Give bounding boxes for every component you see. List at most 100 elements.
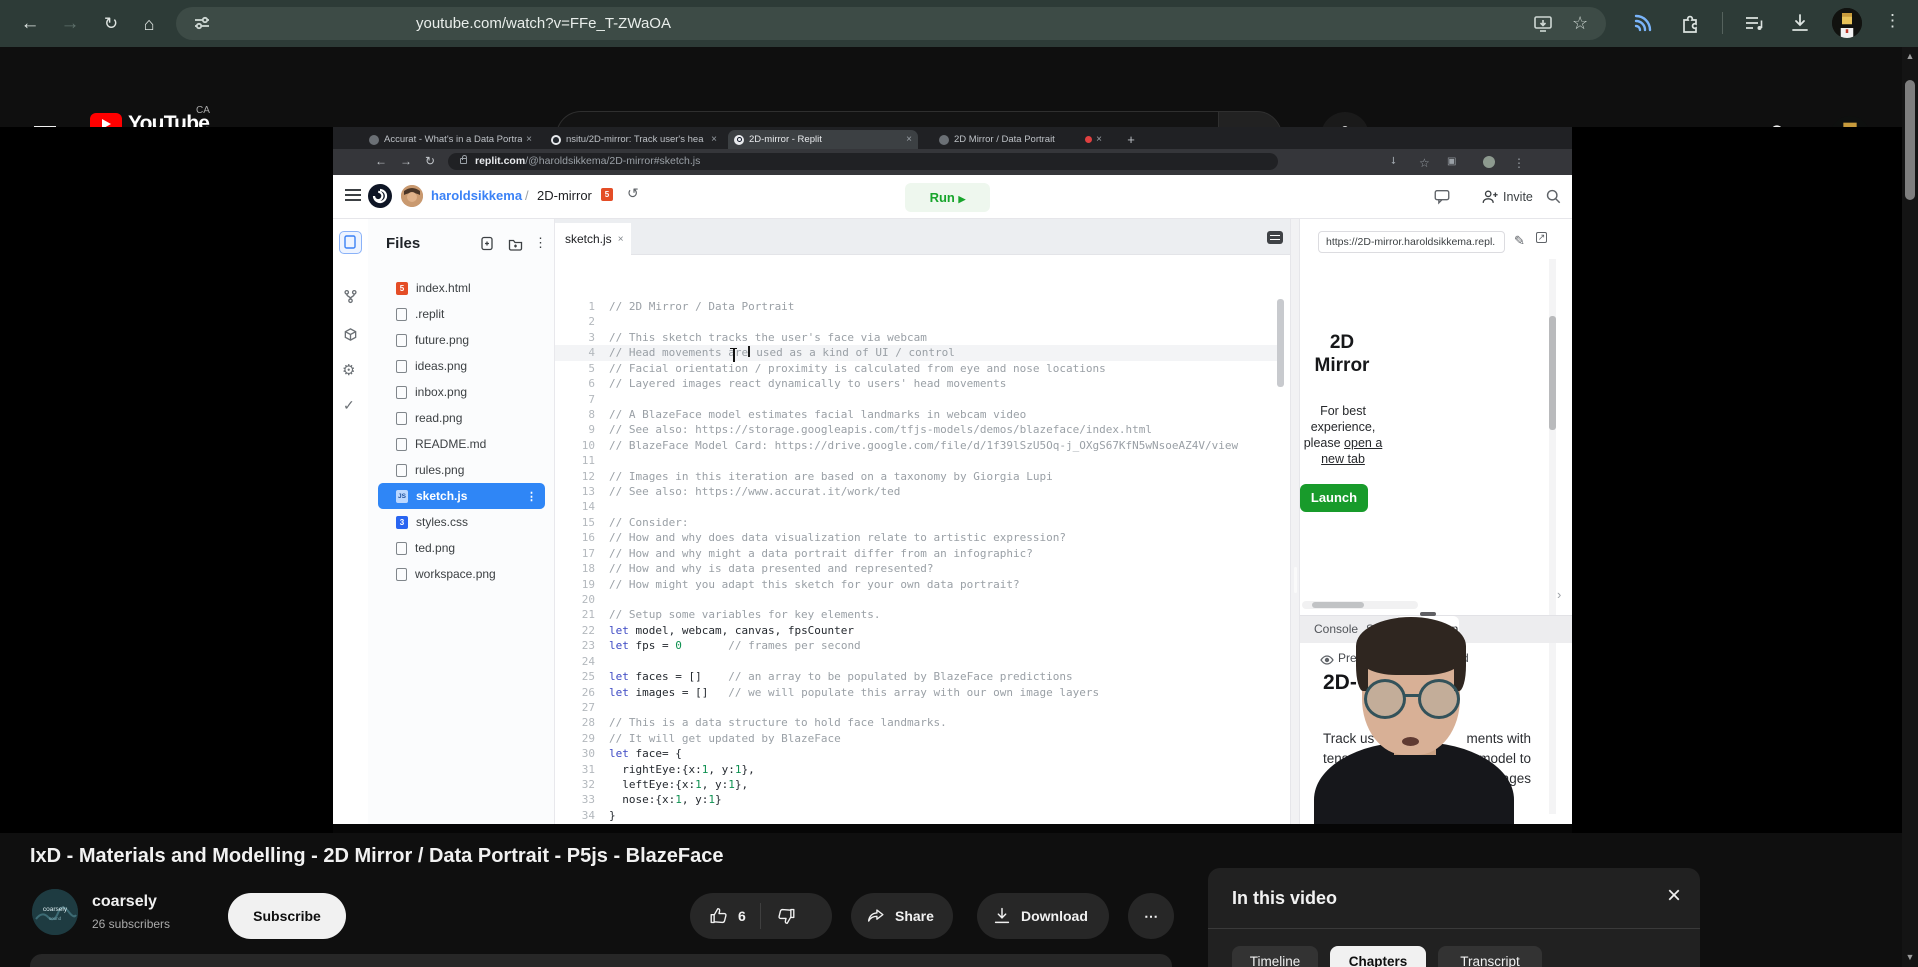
code-line-14[interactable]: 14 — [555, 499, 1283, 514]
browser-menu-kebab[interactable]: ⋮ — [1884, 11, 1901, 31]
code-line-19[interactable]: 19// How might you adapt this sketch for… — [555, 577, 1283, 592]
replit-search-icon[interactable] — [1545, 188, 1562, 205]
reading-mode-icon[interactable] — [1630, 11, 1654, 35]
code-line-21[interactable]: 21// Setup some variables for key elemen… — [555, 607, 1283, 622]
forward-button[interactable]: → — [54, 8, 86, 40]
like-count[interactable]: 6 — [738, 908, 746, 924]
code-line-29[interactable]: 29// It will get updated by BlazeFace — [555, 731, 1283, 746]
file-menu-kebab[interactable]: ⋮ — [526, 490, 537, 503]
extensions-icon[interactable] — [1678, 11, 1702, 35]
code-line-31[interactable]: 31 rightEye:{x:1, y:1}, — [555, 762, 1283, 777]
file-row-styles.css[interactable]: 3styles.css — [378, 509, 545, 535]
install-app-icon[interactable] — [1532, 13, 1554, 35]
address-bar[interactable]: youtube.com/watch?v=FFe_T-ZWaOA ☆ — [176, 7, 1606, 40]
packages-icon[interactable] — [343, 327, 358, 342]
code-line-6[interactable]: 6// Layered images react dynamically to … — [555, 376, 1283, 391]
collapse-chevron-icon[interactable]: › — [1557, 587, 1561, 602]
channel-name[interactable]: coarsely — [92, 893, 157, 911]
code-line-8[interactable]: 8// A BlazeFace model estimates facial l… — [555, 407, 1283, 422]
editor-tab-sketchjs[interactable]: sketch.js× — [555, 223, 631, 255]
site-settings-icon[interactable] — [192, 13, 212, 33]
preview-url-box[interactable]: https://2D-mirror.haroldsikkema.repl. — [1318, 231, 1505, 253]
page-scrollbar[interactable]: ▲ ▼ — [1902, 47, 1918, 967]
browser-profile-avatar[interactable] — [1832, 8, 1862, 38]
code-line-9[interactable]: 9// See also: https://storage.googleapis… — [555, 422, 1283, 437]
video-player[interactable]: Accurat - What's in a Data Portra×nsitu/… — [0, 127, 1918, 833]
scroll-down-arrow[interactable]: ▼ — [1902, 952, 1918, 962]
download-button[interactable]: Download — [977, 893, 1109, 939]
invite-button[interactable]: Invite — [1503, 190, 1533, 204]
code-line-32[interactable]: 32 leftEye:{x:1, y:1}, — [555, 777, 1283, 792]
file-row-rules.png[interactable]: rules.png — [378, 457, 545, 483]
code-line-23[interactable]: 23let fps = 0 // frames per second — [555, 638, 1283, 653]
code-line-16[interactable]: 16// How and why does data visualization… — [555, 530, 1283, 545]
settings-gear-icon[interactable]: ⚙ — [342, 361, 355, 379]
code-line-17[interactable]: 17// How and why might a data portrait d… — [555, 546, 1283, 561]
new-folder-button[interactable] — [508, 237, 523, 251]
chat-icon[interactable] — [1433, 188, 1451, 206]
reload-button[interactable]: ↻ — [95, 8, 127, 40]
new-file-button[interactable] — [480, 236, 494, 251]
code-line-10[interactable]: 10// BlazeFace Model Card: https://drive… — [555, 438, 1283, 453]
file-row-index.html[interactable]: 5index.html — [378, 275, 545, 301]
file-row-README.md[interactable]: README.md — [378, 431, 545, 457]
code-line-2[interactable]: 2 — [555, 314, 1283, 329]
file-row-ideas.png[interactable]: ideas.png — [378, 353, 545, 379]
run-button[interactable]: Run ▶ — [905, 183, 990, 212]
back-button[interactable]: ← — [14, 8, 46, 40]
file-row-future.png[interactable]: future.png — [378, 327, 545, 353]
code-line-33[interactable]: 33 nose:{x:1, y:1} — [555, 792, 1283, 807]
breadcrumb-user[interactable]: haroldsikkema — [431, 188, 522, 203]
code-line-30[interactable]: 30let face= { — [555, 746, 1283, 761]
code-line-22[interactable]: 22let model, webcam, canvas, fpsCounter — [555, 623, 1283, 638]
file-row-inbox.png[interactable]: inbox.png — [378, 379, 545, 405]
downloads-icon[interactable] — [1788, 11, 1812, 35]
share-button[interactable]: Share — [851, 893, 953, 939]
code-line-26[interactable]: 26let images = [] // we will populate th… — [555, 685, 1283, 700]
url-text[interactable]: youtube.com/watch?v=FFe_T-ZWaOA — [416, 7, 671, 40]
code-line-1[interactable]: 1// 2D Mirror / Data Portrait — [555, 299, 1283, 314]
file-row-read.png[interactable]: read.png — [378, 405, 545, 431]
invite-person-icon[interactable] — [1481, 188, 1499, 206]
panel-close-icon[interactable]: × — [1660, 882, 1688, 910]
media-controls-icon[interactable] — [1742, 11, 1766, 35]
panel-tab-chapters[interactable]: Chapters — [1330, 946, 1426, 967]
code-line-13[interactable]: 13// See also: https://www.accurat.it/wo… — [555, 484, 1283, 499]
code-line-28[interactable]: 28// This is a data structure to hold fa… — [555, 715, 1283, 730]
preview-scrollbar[interactable] — [1549, 259, 1556, 814]
open-in-new-tab-icon[interactable]: ↗ — [1536, 232, 1547, 243]
channel-avatar[interactable]: coarsely sound — [32, 889, 78, 935]
editor-layout-icon[interactable] — [1267, 231, 1283, 244]
version-control-icon[interactable] — [343, 289, 358, 304]
panel-splitter[interactable] — [1290, 219, 1300, 824]
files-rail-icon[interactable] — [339, 231, 362, 254]
scroll-up-arrow[interactable]: ▲ — [1902, 51, 1918, 61]
code-line-4[interactable]: 4// Head movements are used as a kind of… — [555, 345, 1283, 360]
history-icon[interactable]: ↺ — [627, 185, 639, 202]
edit-url-pencil-icon[interactable]: ✎ — [1514, 233, 1525, 249]
file-row-sketch.js[interactable]: JSsketch.js⋮ — [378, 483, 545, 509]
breadcrumb-repl[interactable]: 2D-mirror — [537, 188, 592, 203]
editor-scrollbar[interactable] — [1277, 255, 1284, 824]
subscribe-button[interactable]: Subscribe — [228, 893, 346, 939]
bookmark-star-icon[interactable]: ☆ — [1572, 13, 1588, 34]
like-icon[interactable] — [708, 905, 730, 927]
scrollbar-thumb[interactable] — [1905, 80, 1915, 200]
files-menu-kebab[interactable]: ⋮ — [534, 235, 547, 251]
code-line-18[interactable]: 18// How and why is data presented and r… — [555, 561, 1283, 576]
more-actions-button[interactable]: ⋯ — [1128, 893, 1174, 939]
dislike-icon[interactable] — [775, 905, 797, 927]
code-line-7[interactable]: 7 — [555, 392, 1283, 407]
code-line-27[interactable]: 27 — [555, 700, 1283, 715]
code-line-12[interactable]: 12// Images in this iteration are based … — [555, 469, 1283, 484]
code-line-5[interactable]: 5// Facial orientation / proximity is ca… — [555, 361, 1283, 376]
code-line-11[interactable]: 11 — [555, 453, 1283, 468]
description-box[interactable] — [30, 954, 1172, 967]
code-line-25[interactable]: 25let faces = [] // an array to be popul… — [555, 669, 1283, 684]
checks-icon[interactable]: ✓ — [343, 397, 355, 414]
code-line-3[interactable]: 3// This sketch tracks the user's face v… — [555, 330, 1283, 345]
file-row-.replit[interactable]: .replit — [378, 301, 545, 327]
code-line-34[interactable]: 34} — [555, 808, 1283, 823]
tab-close-icon[interactable]: × — [618, 234, 624, 245]
code-line-24[interactable]: 24 — [555, 654, 1283, 669]
